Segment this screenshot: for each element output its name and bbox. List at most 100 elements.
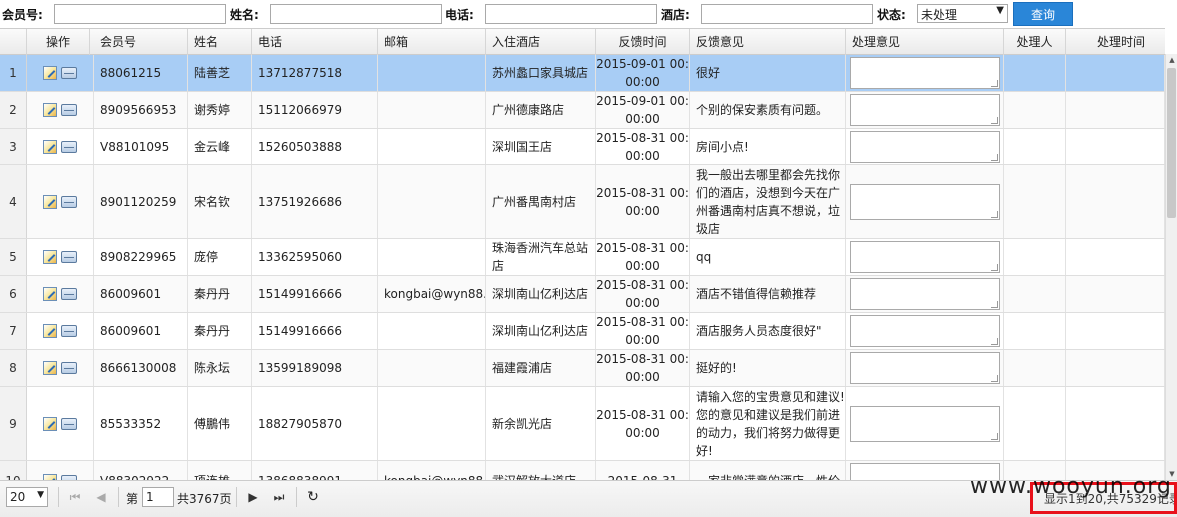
cell-text: V88302922 [100, 472, 169, 481]
header-hotel[interactable]: 入住酒店 [486, 29, 596, 55]
search-bar: 会员号: 姓名: 电话: 酒店: 状态: 未处理 ▼ 查询 [0, 0, 1177, 28]
table-row[interactable]: 9 85533352 傅鵬伟 18827905870 新余凯光店 2015-08-31 0… [0, 387, 1165, 461]
cell-hotel: 新余凯光店 [486, 387, 596, 460]
cell-feedback: 挺好的! [690, 350, 846, 386]
cell-text: 陈永坛 [194, 361, 231, 375]
cell-handletime [1066, 313, 1165, 349]
status-select[interactable]: 未处理 ▼ [917, 4, 1008, 23]
table-row[interactable]: 5 8908229965 庞停 13362595060 珠海香洲汽车总站店 2015-08… [0, 239, 1165, 276]
page-number-input[interactable]: 1 [142, 487, 174, 507]
opinion-textarea[interactable] [850, 94, 1000, 126]
view-icon[interactable] [61, 195, 77, 208]
header-opinion[interactable]: 处理意见 [846, 29, 1004, 55]
prev-page-icon[interactable]: ◀ [92, 487, 110, 507]
header-phone[interactable]: 电话 [252, 29, 378, 55]
cell-name: 秦丹丹 [188, 313, 252, 349]
hotel-input[interactable] [701, 4, 873, 24]
cell-text: 13751926686 [258, 194, 342, 209]
cell-opinion [846, 276, 1004, 312]
page-size-value: 20 [10, 490, 26, 504]
cell-time: 2015-09-01 00:00:00 [596, 92, 690, 128]
cell-handler [1004, 350, 1066, 386]
cell-text: 15149916666 [258, 287, 342, 301]
header-name[interactable]: 姓名 [188, 29, 252, 55]
cell-rownum: 3 [0, 129, 27, 164]
cell-hotel: 福建霞浦店 [486, 350, 596, 386]
table-row[interactable]: 7 86009601 秦丹丹 15149916666 深圳南山亿利达店 2015-08-3… [0, 313, 1165, 350]
cell-time: 2015-08-31 00:00:00 [596, 276, 690, 312]
edit-icon[interactable] [43, 139, 57, 154]
table-row[interactable]: 8 8666130008 陈永坛 13599189098 福建霞浦店 2015-08-31… [0, 350, 1165, 387]
first-page-icon[interactable]: ⏮ [66, 487, 84, 507]
cell-hotel: 武汉解放大道店 [486, 461, 596, 480]
opinion-textarea[interactable] [850, 352, 1000, 384]
cell-text: 2015-08-31 00:00:00 [596, 315, 689, 347]
view-icon[interactable] [61, 417, 77, 430]
opinion-textarea[interactable] [850, 184, 1000, 220]
pager-divider [236, 487, 237, 507]
opinion-textarea[interactable] [850, 241, 1000, 273]
name-input[interactable] [270, 4, 442, 24]
refresh-icon[interactable]: ↻ [304, 487, 322, 507]
edit-icon[interactable] [43, 103, 57, 117]
view-icon[interactable] [61, 325, 77, 337]
view-icon[interactable] [61, 67, 77, 79]
view-icon[interactable] [61, 288, 77, 300]
view-icon[interactable] [61, 104, 77, 116]
table-row[interactable]: 4 8901120259 宋名钦 13751926686 广州番禺南村店 2015-08-… [0, 165, 1165, 239]
cell-text: 秦丹丹 [194, 324, 231, 338]
header-handle-time[interactable]: 处理时间 [1066, 29, 1165, 55]
view-icon[interactable] [61, 362, 77, 374]
opinion-textarea[interactable] [850, 315, 1000, 347]
edit-icon[interactable] [43, 361, 57, 375]
cell-rownum: 9 [0, 387, 27, 460]
cell-text: 18827905870 [258, 416, 342, 431]
cell-name: 陆善芝 [188, 55, 252, 91]
header-feedback[interactable]: 反馈意见 [690, 29, 846, 55]
table-row[interactable]: 6 86009601 秦丹丹 15149916666 kongbai@wyn88.com… [0, 276, 1165, 313]
edit-icon[interactable] [43, 324, 57, 338]
cell-email [378, 55, 486, 91]
scroll-up-icon[interactable]: ▲ [1166, 54, 1177, 66]
page-prefix: 第 [126, 492, 139, 506]
header-email[interactable]: 邮箱 [378, 29, 486, 55]
watermark: www.wooyun.org [970, 474, 1172, 499]
scroll-thumb[interactable] [1167, 68, 1176, 218]
view-icon[interactable] [61, 251, 77, 263]
edit-icon[interactable] [43, 66, 57, 80]
cell-action [27, 387, 94, 460]
edit-icon[interactable] [43, 287, 57, 301]
opinion-textarea[interactable] [850, 57, 1000, 89]
cell-text: 2015-09-01 00:00:00 [596, 94, 689, 126]
header-time[interactable]: 反馈时间 [596, 29, 690, 55]
cell-text: 8909566953 [100, 103, 177, 117]
next-page-icon[interactable]: ▶ [244, 487, 262, 507]
header-rownum [0, 29, 27, 55]
cell-text: 88061215 [100, 66, 162, 80]
table-row[interactable]: 3 V88101095 金云峰 15260503888 深圳国王店 2015-08-31 … [0, 129, 1165, 165]
cell-text: 10 [5, 472, 20, 481]
view-icon[interactable] [61, 140, 77, 153]
opinion-textarea[interactable] [850, 278, 1000, 310]
last-page-icon[interactable]: ⏭ [270, 487, 288, 507]
feedback-grid: 操作 会员号 姓名 电话 邮箱 入住酒店 反馈时间 反馈意见 处理意见 处理人 … [0, 28, 1165, 480]
edit-icon[interactable] [43, 416, 57, 431]
opinion-textarea[interactable] [850, 406, 1000, 442]
member-input[interactable] [54, 4, 226, 24]
cell-text: 酒店不错值得信赖推荐 [696, 287, 817, 301]
cell-text: 15260503888 [258, 139, 342, 154]
table-row[interactable]: 1 88061215 陆善芝 13712877518 苏州蠡口家具城店 2015-09-0… [0, 55, 1165, 92]
page-size-select[interactable]: 20 ▼ [6, 487, 48, 507]
edit-icon[interactable] [43, 194, 57, 209]
header-handler[interactable]: 处理人 [1004, 29, 1066, 55]
header-member[interactable]: 会员号 [94, 29, 188, 55]
opinion-textarea[interactable] [850, 131, 1000, 163]
table-row[interactable]: 2 8909566953 谢秀婷 15112066979 广州德康路店 2015-09-0… [0, 92, 1165, 129]
vertical-scrollbar[interactable]: ▲ ▼ [1165, 54, 1177, 480]
edit-icon[interactable] [43, 250, 57, 264]
query-button[interactable]: 查询 [1013, 2, 1073, 26]
cell-action [27, 350, 94, 386]
cell-text: 2015-08-31 00:00:00 [596, 241, 689, 273]
phone-input[interactable] [485, 4, 657, 24]
header-action[interactable]: 操作 [27, 29, 90, 55]
